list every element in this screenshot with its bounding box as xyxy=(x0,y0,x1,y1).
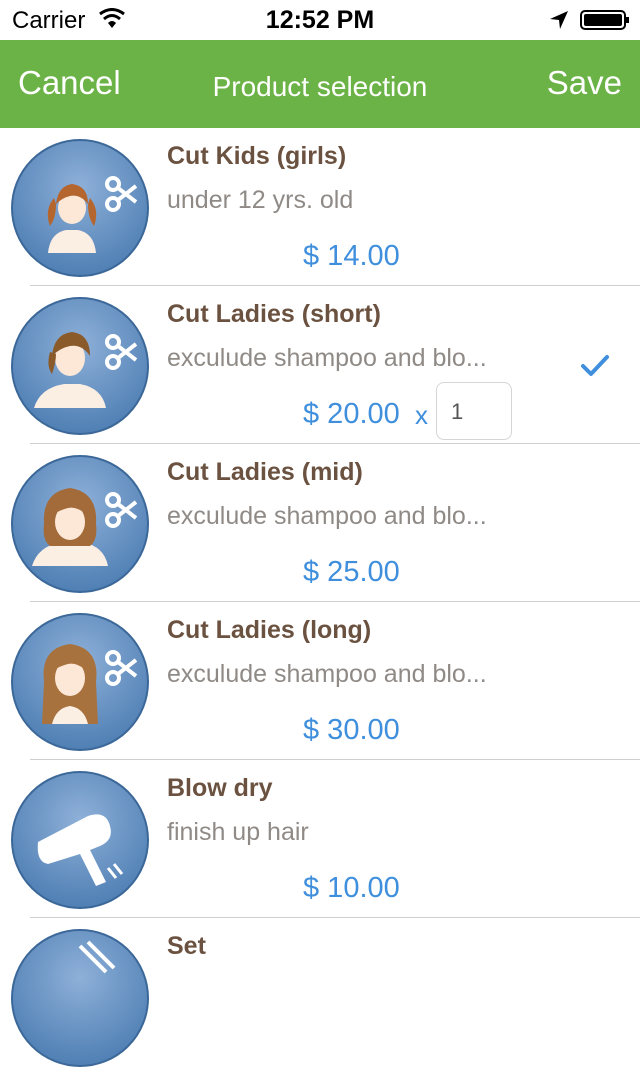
product-name: Cut Ladies (mid) xyxy=(167,458,363,486)
quantity-field[interactable]: 1 xyxy=(436,382,512,440)
navigation-bar: Cancel Product selection Save xyxy=(0,40,640,128)
product-price: $ 20.00 xyxy=(303,398,400,430)
product-price: $ 14.00 xyxy=(303,240,400,272)
girl-kid-haircut-icon xyxy=(11,139,149,277)
product-name: Cut Kids (girls) xyxy=(167,142,347,170)
quantity-multiplier: x xyxy=(415,400,428,430)
battery-icon xyxy=(580,10,629,30)
product-row[interactable]: Cut Kids (girls) under 12 yrs. old $ 14.… xyxy=(0,128,640,286)
product-price: $ 25.00 xyxy=(303,556,400,588)
product-row[interactable]: Cut Ladies (long) exculude shampoo and b… xyxy=(0,602,640,760)
set-icon xyxy=(11,929,149,1067)
save-button[interactable]: Save xyxy=(547,64,622,102)
status-bar: Carrier 12:52 PM xyxy=(0,0,640,40)
long-hair-haircut-icon xyxy=(11,613,149,751)
product-name: Blow dry xyxy=(167,774,273,802)
page-title: Product selection xyxy=(212,71,428,102)
hair-dryer-icon xyxy=(11,771,149,909)
product-list: Cut Kids (girls) under 12 yrs. old $ 14.… xyxy=(0,128,640,1076)
product-description: exculude shampoo and blo... xyxy=(167,344,487,372)
product-row[interactable]: Set xyxy=(0,918,640,1076)
product-name: Cut Ladies (long) xyxy=(167,616,372,644)
product-description: under 12 yrs. old xyxy=(167,186,354,214)
status-time: 12:52 PM xyxy=(265,6,375,34)
mid-hair-haircut-icon xyxy=(11,455,149,593)
short-hair-haircut-icon xyxy=(11,297,149,435)
product-description: finish up hair xyxy=(167,818,309,846)
product-name: Cut Ladies (short) xyxy=(167,300,381,328)
product-name: Set xyxy=(167,932,206,960)
product-description: exculude shampoo and blo... xyxy=(167,660,487,688)
product-description: exculude shampoo and blo... xyxy=(167,502,487,530)
product-row[interactable]: Cut Ladies (short) exculude shampoo and … xyxy=(0,286,640,444)
location-arrow-icon xyxy=(550,11,568,29)
product-row[interactable]: Blow dry finish up hair $ 10.00 xyxy=(0,760,640,918)
product-price: $ 10.00 xyxy=(303,872,400,904)
product-price: $ 30.00 xyxy=(303,714,400,746)
product-row[interactable]: Cut Ladies (mid) exculude shampoo and bl… xyxy=(0,444,640,602)
checkmark-icon xyxy=(581,355,609,376)
